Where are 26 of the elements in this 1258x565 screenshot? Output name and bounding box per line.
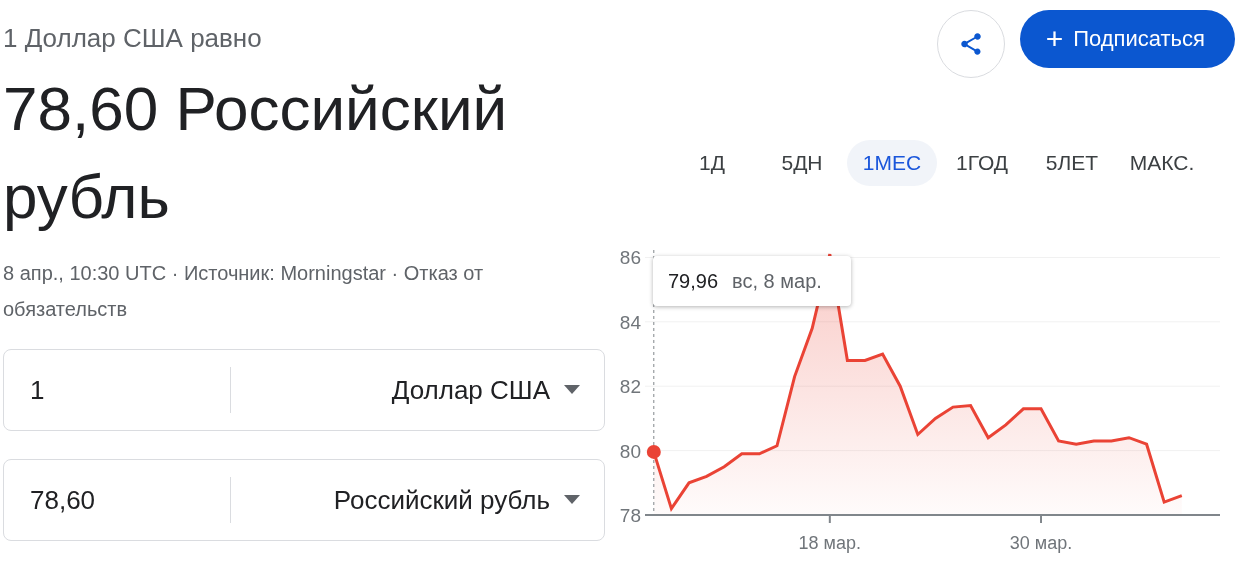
tooltip-date: вс, 8 мар. <box>732 269 822 293</box>
range-tab[interactable]: МАКС. <box>1117 140 1207 186</box>
currency-select[interactable]: Доллар США <box>231 374 564 406</box>
y-axis-label: 84 <box>619 311 641 333</box>
amount-field[interactable]: 1 <box>4 374 230 406</box>
amount-field[interactable]: 78,60 <box>4 484 230 516</box>
currency-select[interactable]: Российский рубль <box>231 484 564 516</box>
x-axis-label: 18 мар. <box>798 533 861 553</box>
y-axis-label: 82 <box>619 376 641 398</box>
hover-point <box>646 444 661 459</box>
caret-icon[interactable] <box>564 385 580 395</box>
range-tab[interactable]: 5ЛЕТ <box>1027 140 1117 186</box>
range-tab[interactable]: 1ГОД <box>937 140 1027 186</box>
conversion-label: 1 Доллар США равно <box>3 22 263 55</box>
conversion-result: 78,60 Российский рубль <box>3 73 509 233</box>
range-tab[interactable]: 1МЕС <box>847 140 937 186</box>
y-axis-label: 86 <box>619 247 641 269</box>
tooltip-value: 79,96 <box>668 269 719 293</box>
y-axis-label: 78 <box>619 505 641 526</box>
y-axis-label: 80 <box>619 440 641 462</box>
source-note: 8 апр., 10:30 UTC · Источник: Morningstar · Отказ от обязательств <box>3 261 485 322</box>
range-tab[interactable]: 5ДН <box>757 140 847 186</box>
subscribe-button[interactable]: + Подписаться <box>1019 10 1235 68</box>
range-tab[interactable]: 1Д <box>667 140 757 186</box>
caret-icon[interactable] <box>564 495 580 505</box>
x-axis-label: 30 мар. <box>1009 533 1073 553</box>
